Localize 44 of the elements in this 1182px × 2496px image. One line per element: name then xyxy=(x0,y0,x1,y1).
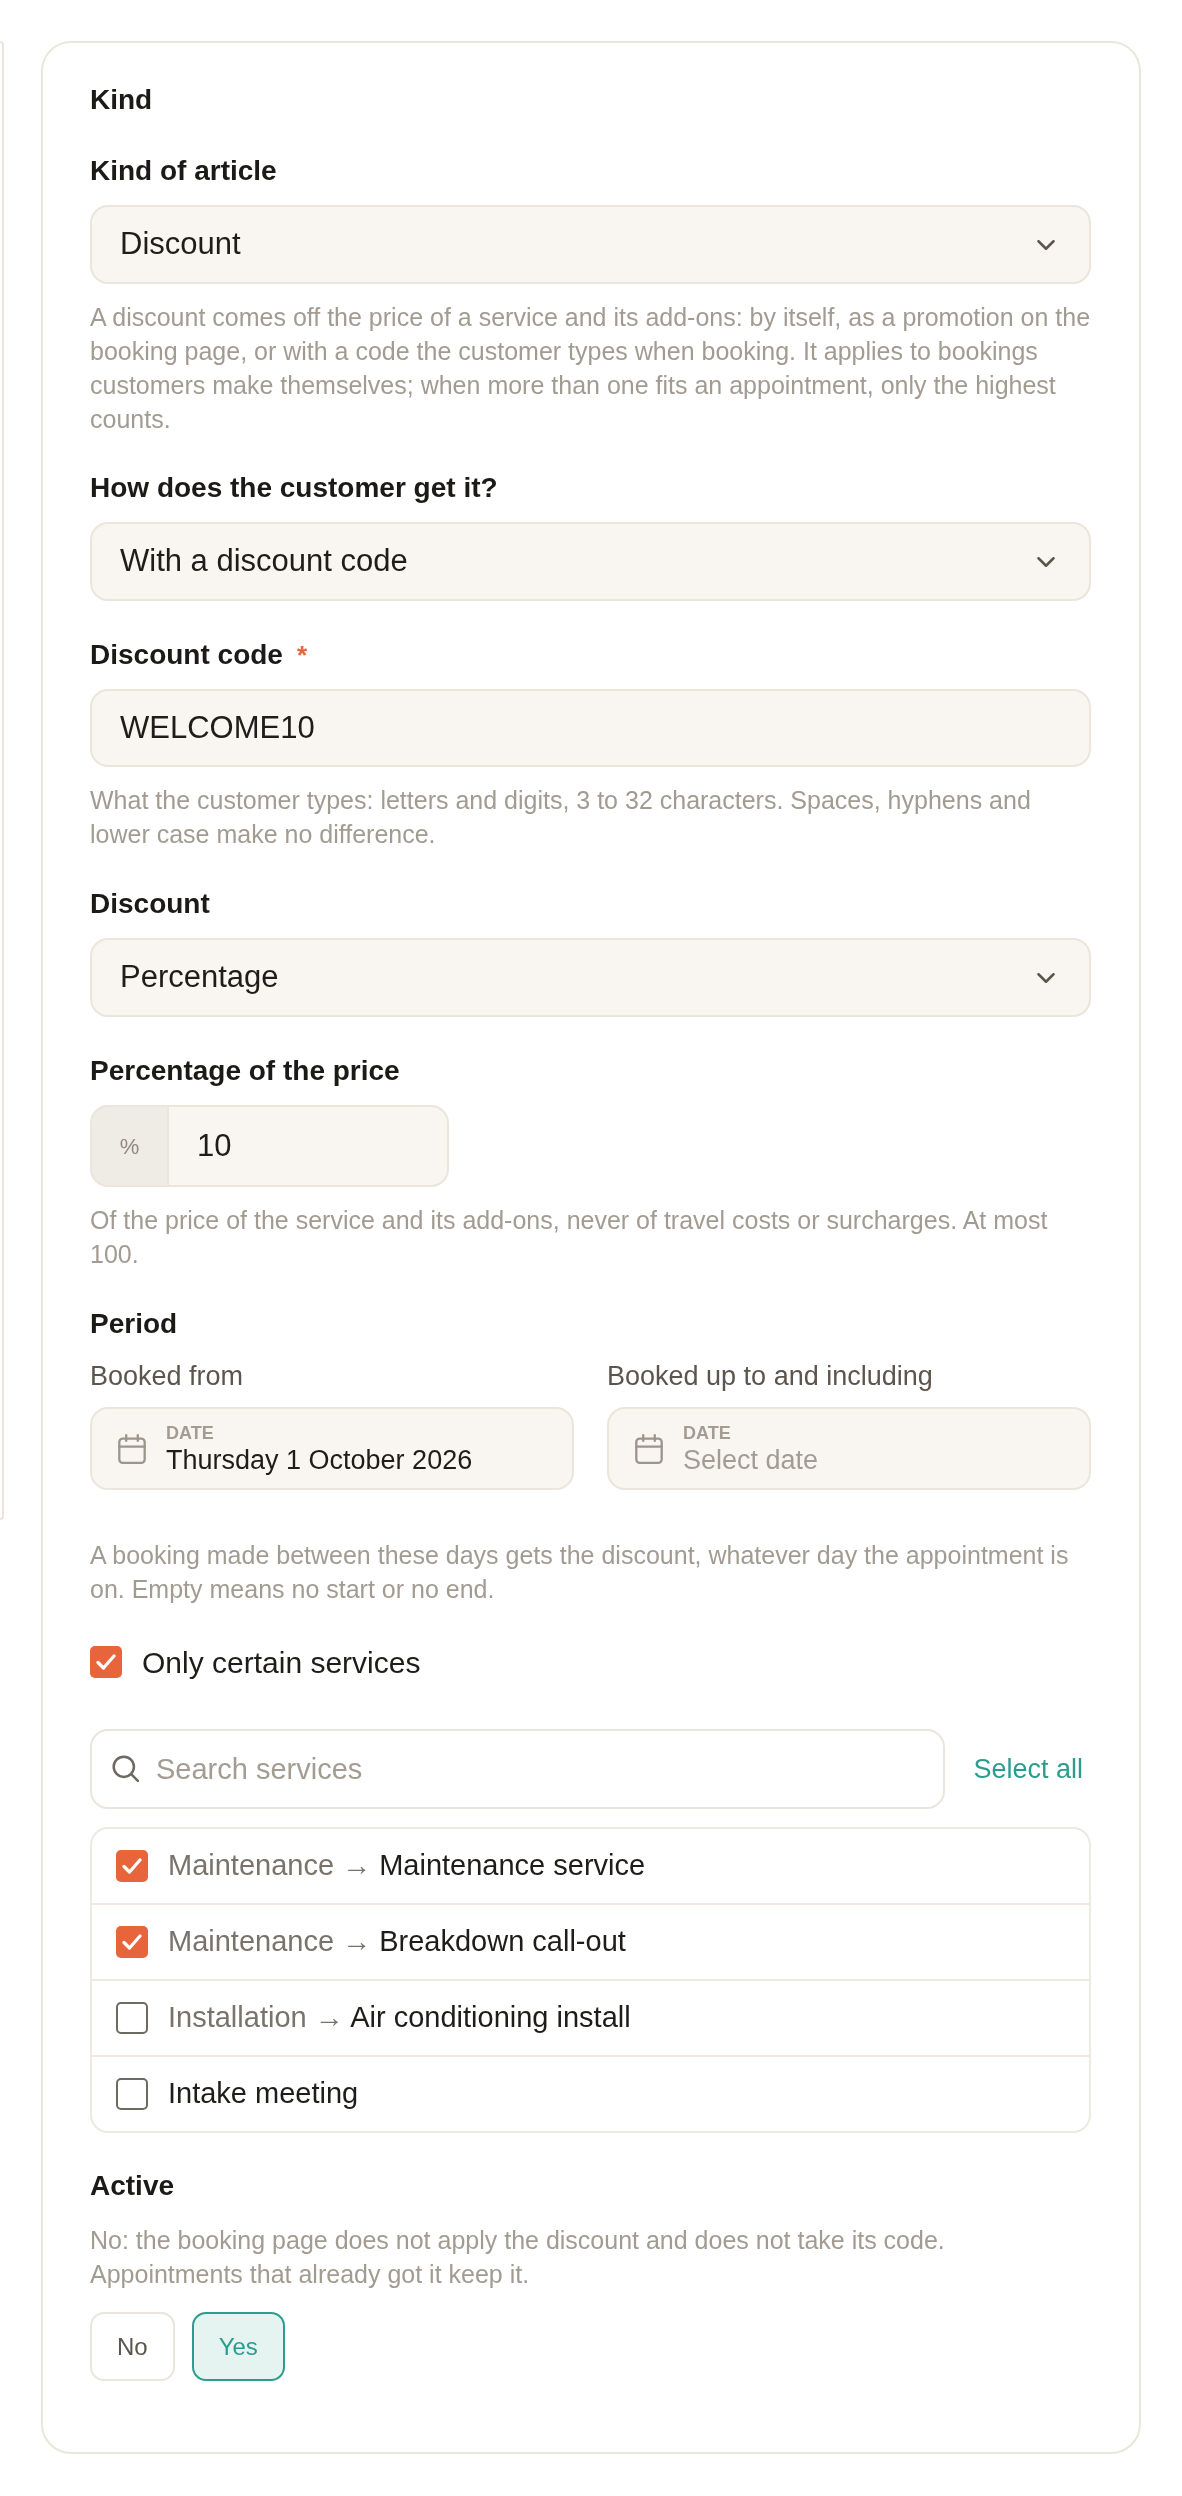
chevron-down-icon xyxy=(1037,239,1055,250)
check-icon xyxy=(122,1934,142,1950)
field-label: How does the customer get it? xyxy=(90,471,499,505)
help-text: A discount comes off the price of a service and its add-ons: by itself, as a promotion on the booking page, or with a code the customer types when booking. It applies to bookings customers make themselves; when more than one fits an appointment, only the highest counts. xyxy=(90,302,1091,435)
field-label: Active xyxy=(90,2169,176,2203)
chevron-down-icon xyxy=(1037,972,1055,983)
services-checkbox[interactable] xyxy=(90,1646,122,1678)
check-icon xyxy=(122,1858,142,1874)
checkbox-label: Only certain services xyxy=(142,1644,421,1681)
help-text: Of the price of the service and its add-ons, never of travel costs or surcharges. At most 100. xyxy=(90,1205,1049,1270)
field-label: Percentage of the price xyxy=(90,1054,401,1088)
section-heading: Period xyxy=(90,1307,179,1341)
help-text: No: the booking page does not apply the discount and does not take its code. Appointments that already got it keep it. xyxy=(90,2225,946,2290)
date-label: Booked up to and including xyxy=(607,1360,934,1393)
service-label: Maintenance → Breakdown call-out xyxy=(168,1924,626,1960)
percentage-input[interactable]: 10 xyxy=(169,1105,449,1187)
calendar-icon xyxy=(118,1433,146,1464)
date-field[interactable]: DATE Thursday 1 October 2026 xyxy=(90,1407,574,1490)
search-icon xyxy=(112,1755,139,1782)
search-field[interactable]: Search services xyxy=(90,1729,945,1809)
check-icon xyxy=(96,1654,116,1670)
choice-button[interactable]: No xyxy=(90,2312,175,2381)
delivery-select[interactable]: With a discount code xyxy=(90,522,1091,601)
date-label: Booked from xyxy=(90,1360,245,1393)
code-input[interactable]: WELCOME10 xyxy=(90,689,1091,767)
help-text: What the customer types: letters and digits, 3 to 32 characters. Spaces, hyphens and lower case make no difference. xyxy=(90,785,1032,850)
help-text: A booking made between these days gets the discount, whatever day the appointment is on. Empty means no start or no end. xyxy=(90,1540,1070,1605)
amount-type-select[interactable]: Percentage xyxy=(90,938,1091,1017)
service-checkbox[interactable] xyxy=(116,2078,148,2110)
percent-prefix: % xyxy=(90,1105,169,1187)
service-checkbox[interactable] xyxy=(116,1926,148,1958)
service-label: Installation → Air conditioning install xyxy=(168,2000,631,2036)
calendar-icon xyxy=(635,1433,663,1464)
required-mark: * xyxy=(296,639,308,672)
field-label: Discount code xyxy=(90,638,283,672)
service-label: Intake meeting xyxy=(168,2076,359,2112)
field-label: Kind of article xyxy=(90,154,278,188)
service-checkbox[interactable] xyxy=(116,2002,148,2034)
article-kind-select[interactable]: Discount xyxy=(90,205,1091,284)
chevron-down-icon xyxy=(1037,556,1055,567)
service-checkbox[interactable] xyxy=(116,1850,148,1882)
field-label: Discount xyxy=(90,887,211,921)
service-label: Maintenance → Maintenance service xyxy=(168,1848,646,1884)
section-heading: Kind xyxy=(90,83,154,117)
